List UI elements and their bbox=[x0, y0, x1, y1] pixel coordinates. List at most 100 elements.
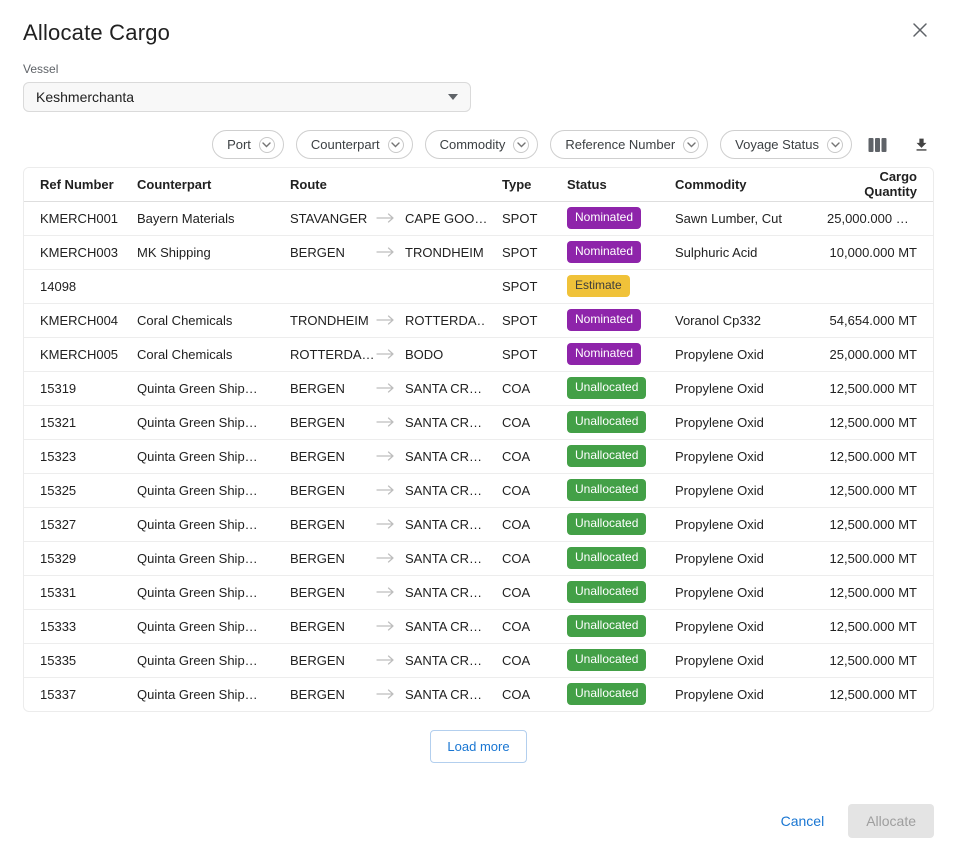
cell-ref-number: 15319 bbox=[24, 371, 129, 405]
table-row[interactable]: 15321Quinta Green Ship…BERGENSANTA CR…CO… bbox=[24, 405, 933, 439]
table-row[interactable]: KMERCH004Coral ChemicalsTRONDHEIMROTTERD… bbox=[24, 303, 933, 337]
arrow-right-icon bbox=[376, 519, 395, 529]
table-row[interactable]: 15335Quinta Green Ship…BERGENSANTA CR…CO… bbox=[24, 643, 933, 677]
cell-cargo-quantity bbox=[819, 269, 933, 303]
cell-ref-number: 15325 bbox=[24, 473, 129, 507]
filter-chip-counterpart[interactable]: Counterpart bbox=[296, 130, 413, 159]
route-to: SANTA CR… bbox=[405, 517, 482, 532]
route-to: SANTA CR… bbox=[405, 551, 482, 566]
arrow-right-icon bbox=[376, 587, 395, 597]
cargo-table-container: Ref NumberCounterpartRouteTypeStatusComm… bbox=[23, 167, 934, 712]
cell-status: Nominated bbox=[559, 337, 667, 371]
table-row[interactable]: 15327Quinta Green Ship…BERGENSANTA CR…CO… bbox=[24, 507, 933, 541]
status-badge: Estimate bbox=[567, 275, 630, 297]
cell-ref-number: 15331 bbox=[24, 575, 129, 609]
cell-route: BERGENSANTA CR… bbox=[282, 609, 494, 643]
filter-chips: Port Counterpart Commodity Reference Number… bbox=[212, 130, 852, 159]
cell-counterpart: Quinta Green Ship… bbox=[129, 405, 282, 439]
route-to: SANTA CR… bbox=[405, 653, 482, 668]
cell-commodity: Sawn Lumber, Cut bbox=[667, 201, 819, 235]
table-row[interactable]: 15325Quinta Green Ship…BERGENSANTA CR…CO… bbox=[24, 473, 933, 507]
cell-type: COA bbox=[494, 439, 559, 473]
cell-counterpart bbox=[129, 269, 282, 303]
cell-route: BERGENSANTA CR… bbox=[282, 677, 494, 711]
table-row[interactable]: 15331Quinta Green Ship…BERGENSANTA CR…CO… bbox=[24, 575, 933, 609]
table-row[interactable]: 15329Quinta Green Ship…BERGENSANTA CR…CO… bbox=[24, 541, 933, 575]
cell-type: COA bbox=[494, 643, 559, 677]
columns-button[interactable] bbox=[864, 133, 891, 157]
download-icon bbox=[913, 142, 930, 157]
vessel-label: Vessel bbox=[23, 62, 934, 76]
cancel-button[interactable]: Cancel bbox=[771, 805, 835, 837]
arrow-right-icon bbox=[376, 315, 395, 325]
allocate-button[interactable]: Allocate bbox=[848, 804, 934, 838]
status-badge: Unallocated bbox=[567, 649, 646, 671]
cell-type: COA bbox=[494, 541, 559, 575]
route-to: BODO bbox=[405, 347, 443, 362]
cell-cargo-quantity: 12,500.000 MT bbox=[819, 405, 933, 439]
route-from: BERGEN bbox=[290, 245, 376, 260]
arrow-right-icon bbox=[376, 689, 395, 699]
cell-counterpart: Quinta Green Ship… bbox=[129, 507, 282, 541]
arrow-right-icon bbox=[376, 485, 395, 495]
status-badge: Unallocated bbox=[567, 445, 646, 467]
filter-chip-port[interactable]: Port bbox=[212, 130, 284, 159]
cell-route: TRONDHEIMROTTERDA… bbox=[282, 303, 494, 337]
table-row[interactable]: KMERCH005Coral ChemicalsROTTERDA…BODOSPO… bbox=[24, 337, 933, 371]
load-more-button[interactable]: Load more bbox=[430, 730, 526, 763]
status-badge: Unallocated bbox=[567, 615, 646, 637]
filter-chip-commodity[interactable]: Commodity bbox=[425, 130, 539, 159]
cell-cargo-quantity: 12,500.000 MT bbox=[819, 439, 933, 473]
status-badge: Nominated bbox=[567, 241, 641, 263]
arrow-right-icon bbox=[376, 451, 395, 461]
filter-chip-reference-number[interactable]: Reference Number bbox=[550, 130, 708, 159]
cell-cargo-quantity: 12,500.000 MT bbox=[819, 643, 933, 677]
cell-type: COA bbox=[494, 609, 559, 643]
chevron-down-icon bbox=[448, 94, 458, 100]
column-header-type: Type bbox=[494, 168, 559, 201]
table-row[interactable]: 15337Quinta Green Ship…BERGENSANTA CR…CO… bbox=[24, 677, 933, 711]
cell-ref-number: 15337 bbox=[24, 677, 129, 711]
table-row[interactable]: 15319Quinta Green Ship…BERGENSANTA CR…CO… bbox=[24, 371, 933, 405]
arrow-right-icon bbox=[376, 247, 395, 257]
cell-ref-number: KMERCH001 bbox=[24, 201, 129, 235]
close-icon bbox=[912, 26, 928, 41]
chevron-down-icon bbox=[683, 137, 699, 153]
cell-status: Unallocated bbox=[559, 575, 667, 609]
cell-status: Unallocated bbox=[559, 677, 667, 711]
cell-route: BERGENSANTA CR… bbox=[282, 473, 494, 507]
arrow-right-icon bbox=[376, 383, 395, 393]
cell-status: Unallocated bbox=[559, 643, 667, 677]
table-body: KMERCH001Bayern MaterialsSTAVANGERCAPE G… bbox=[24, 201, 933, 711]
table-row[interactable]: 15323Quinta Green Ship…BERGENSANTA CR…CO… bbox=[24, 439, 933, 473]
close-button[interactable] bbox=[906, 16, 934, 44]
download-button[interactable] bbox=[909, 132, 934, 158]
route-to: SANTA CR… bbox=[405, 415, 482, 430]
cell-counterpart: Quinta Green Ship… bbox=[129, 473, 282, 507]
table-row[interactable]: KMERCH003MK ShippingBERGENTRONDHEIMSPOTN… bbox=[24, 235, 933, 269]
cell-commodity: Propylene Oxid bbox=[667, 507, 819, 541]
cell-commodity: Propylene Oxid bbox=[667, 643, 819, 677]
table-row[interactable]: 14098SPOTEstimate bbox=[24, 269, 933, 303]
cell-status: Unallocated bbox=[559, 439, 667, 473]
route-from: BERGEN bbox=[290, 619, 376, 634]
cell-ref-number: 15335 bbox=[24, 643, 129, 677]
filter-chip-voyage-status[interactable]: Voyage Status bbox=[720, 130, 852, 159]
arrow-right-icon bbox=[376, 417, 395, 427]
cell-commodity: Sulphuric Acid bbox=[667, 235, 819, 269]
vessel-select[interactable]: Keshmerchanta bbox=[23, 82, 471, 112]
cell-counterpart: Quinta Green Ship… bbox=[129, 371, 282, 405]
table-header-row: Ref NumberCounterpartRouteTypeStatusComm… bbox=[24, 168, 933, 201]
cell-status: Estimate bbox=[559, 269, 667, 303]
route-from: STAVANGER bbox=[290, 211, 376, 226]
cell-commodity: Propylene Oxid bbox=[667, 575, 819, 609]
cell-ref-number: 15323 bbox=[24, 439, 129, 473]
cell-commodity: Propylene Oxid bbox=[667, 405, 819, 439]
column-header-status: Status bbox=[559, 168, 667, 201]
cell-route: BERGENSANTA CR… bbox=[282, 575, 494, 609]
table-row[interactable]: KMERCH001Bayern MaterialsSTAVANGERCAPE G… bbox=[24, 201, 933, 235]
cell-commodity: Propylene Oxid bbox=[667, 371, 819, 405]
cell-type: SPOT bbox=[494, 201, 559, 235]
table-row[interactable]: 15333Quinta Green Ship…BERGENSANTA CR…CO… bbox=[24, 609, 933, 643]
cell-route: BERGENSANTA CR… bbox=[282, 643, 494, 677]
